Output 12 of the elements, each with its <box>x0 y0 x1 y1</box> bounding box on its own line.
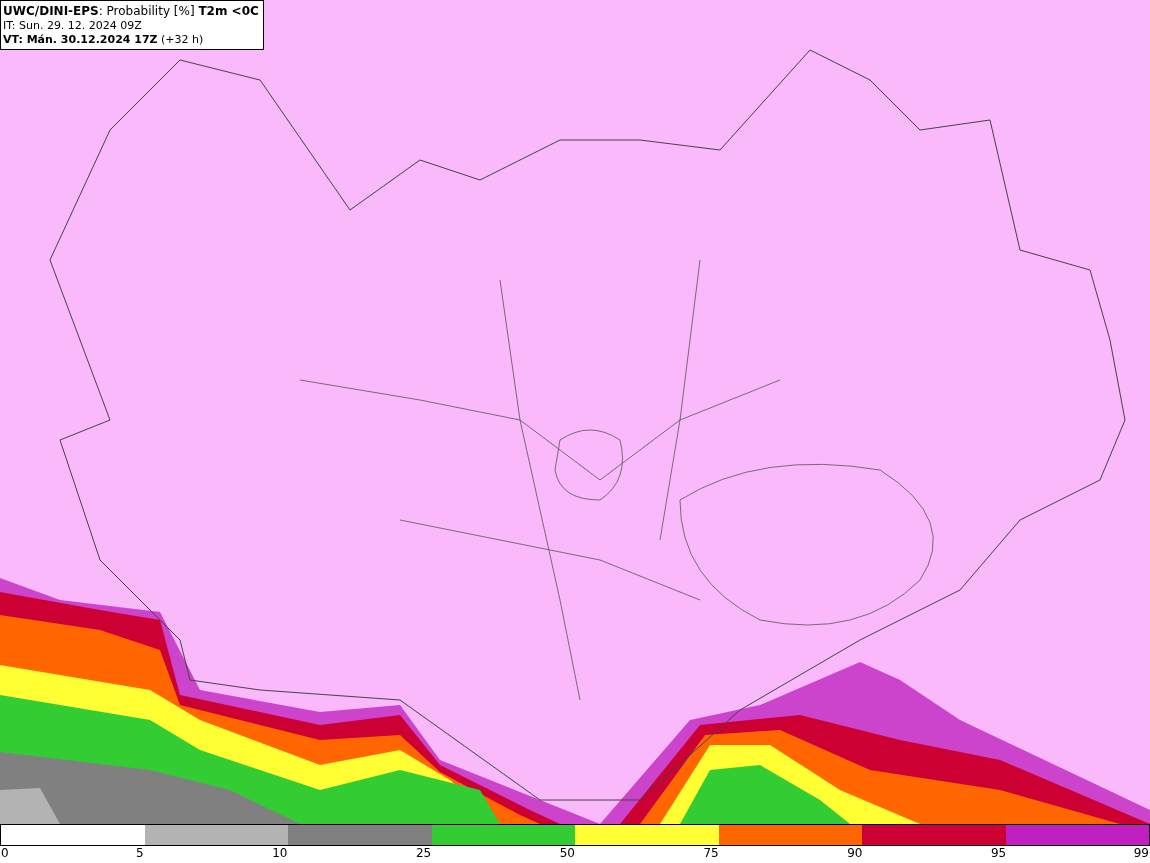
scale-label: 10 <box>272 846 288 861</box>
scale-label: 75 <box>703 846 719 861</box>
scale-label: 90 <box>847 846 863 861</box>
title-line: VT: Mán. 30.12.2024 17Z (+32 h) <box>3 33 205 47</box>
scale-label: 95 <box>990 846 1007 861</box>
scale-label: 5 <box>136 846 144 861</box>
scale-label: 50 <box>559 846 575 861</box>
title-line: UWC/DINI-EPS: Probability [%] T2m <0C <box>3 3 260 19</box>
scale-label: 0 <box>1 846 9 861</box>
scale-label: 25 <box>415 846 432 861</box>
scale-label: 99 <box>1133 846 1149 861</box>
title-line: IT: Sun. 29. 12. 2024 09Z <box>3 19 143 33</box>
